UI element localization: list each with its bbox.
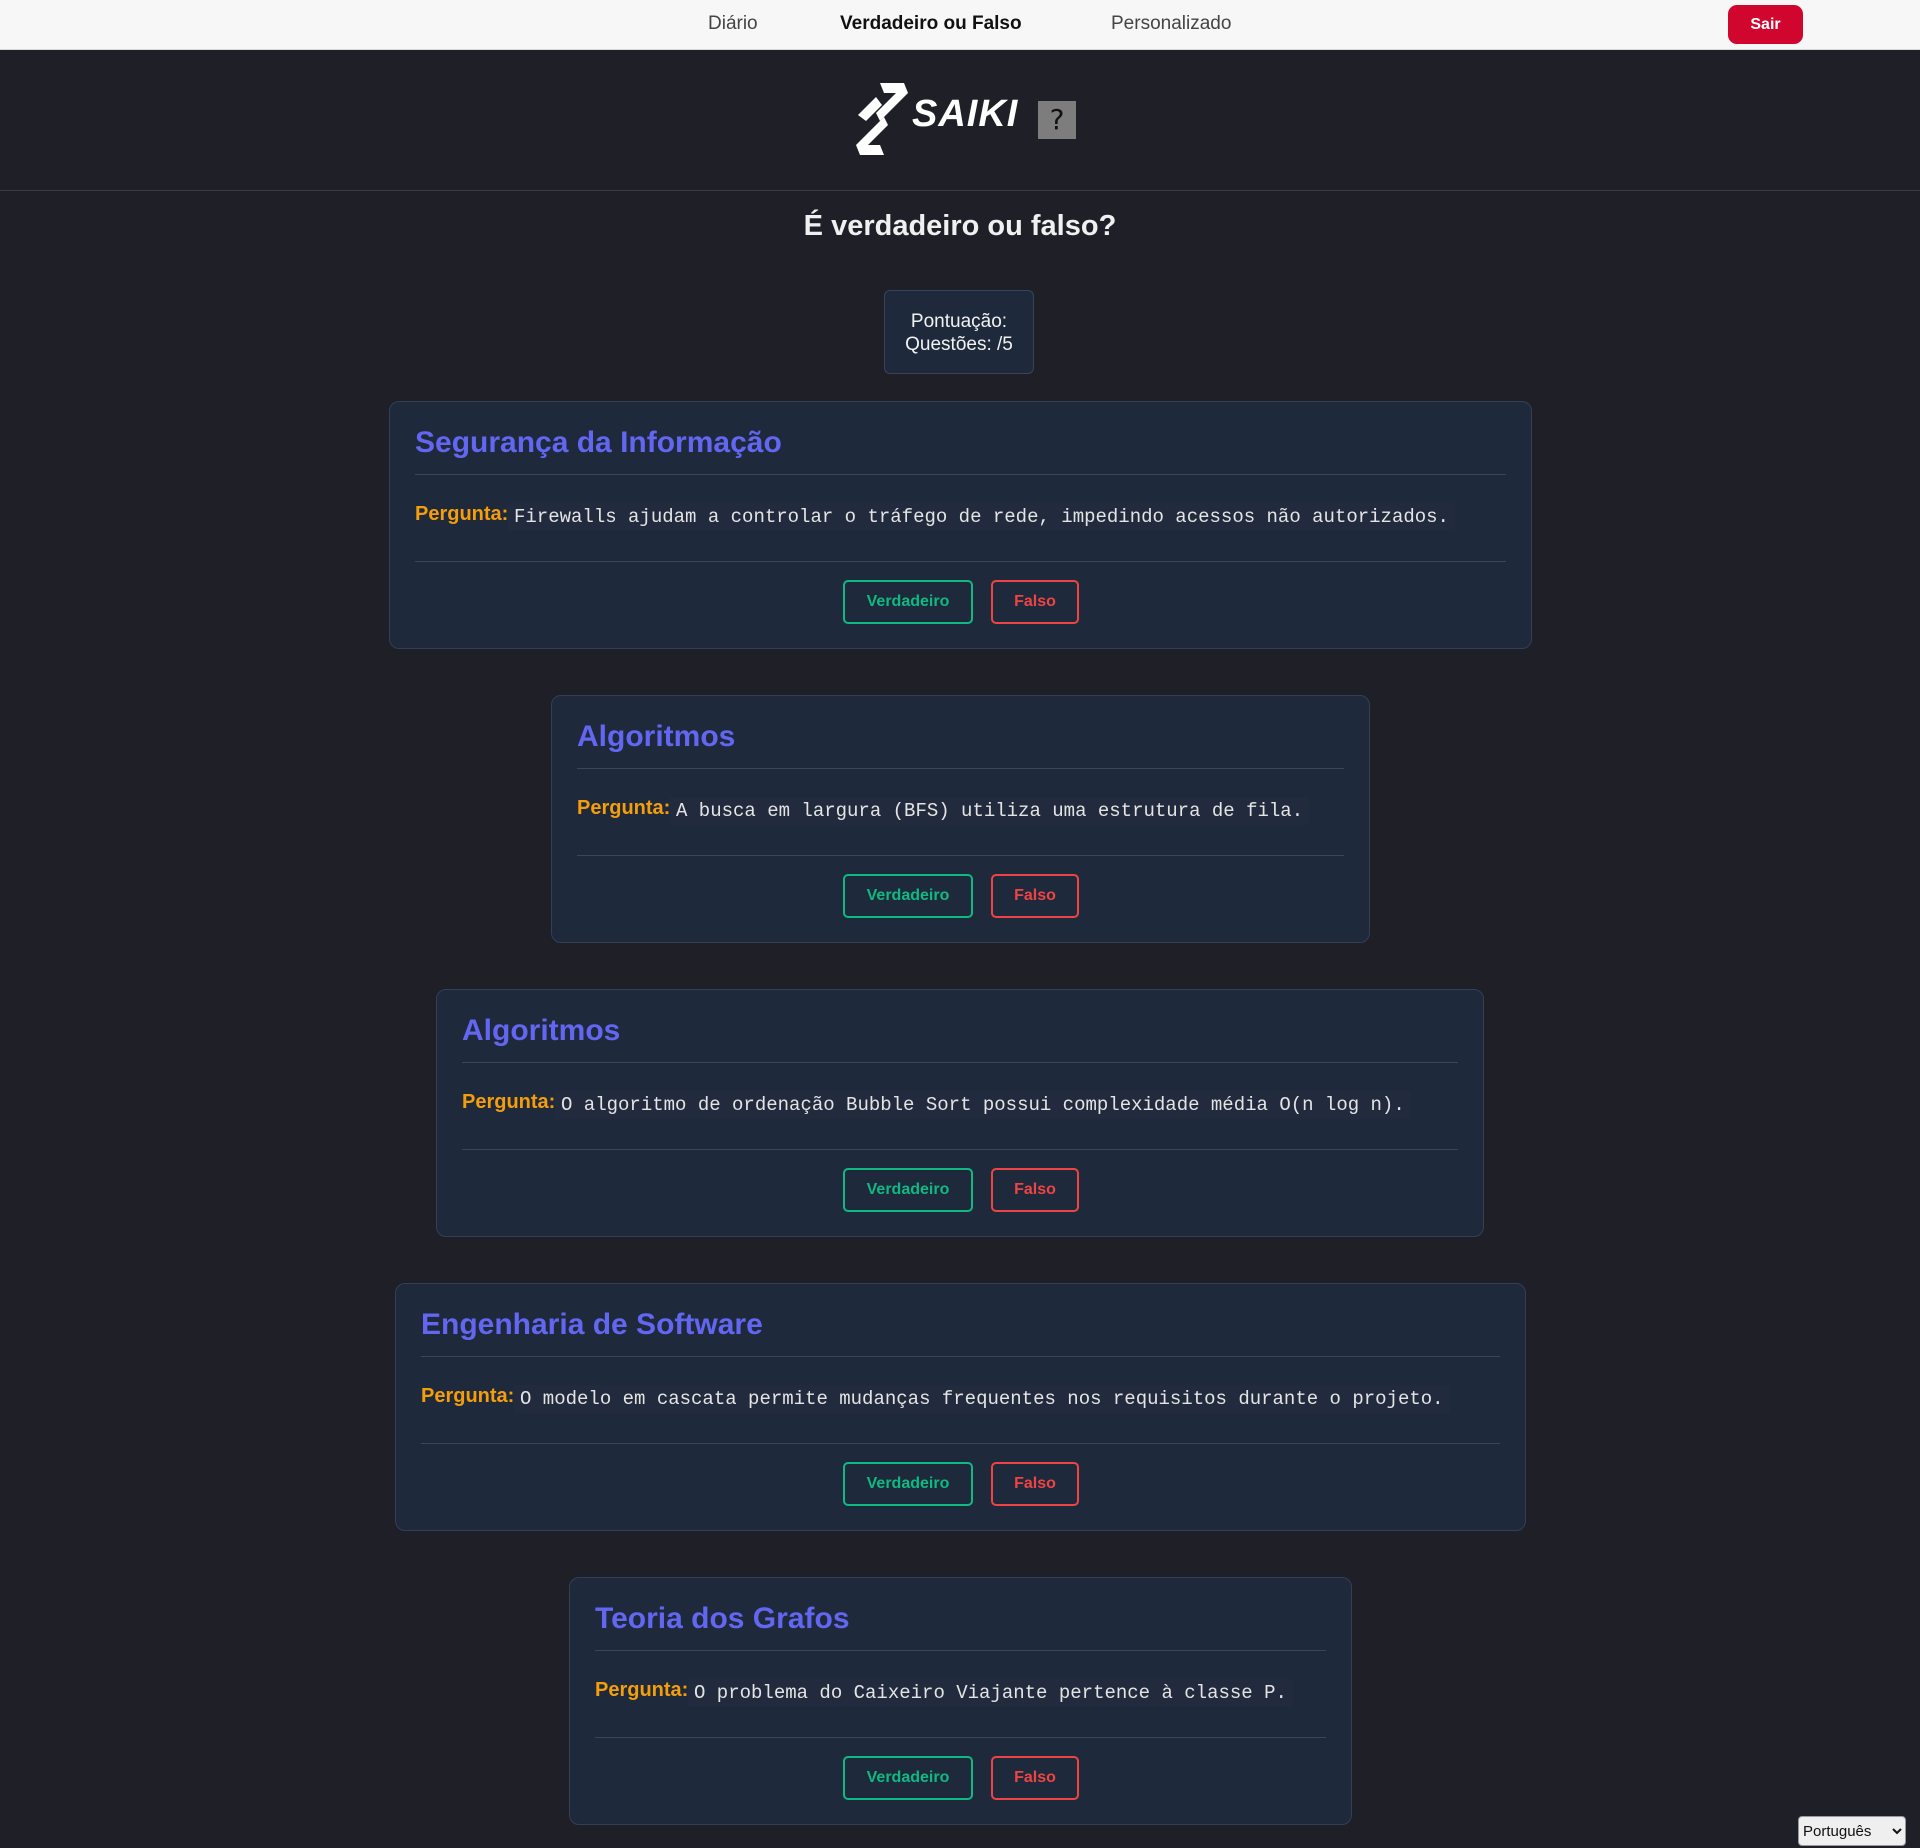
card-divider — [577, 855, 1344, 856]
true-button[interactable]: Verdadeiro — [843, 1756, 973, 1800]
question-card: Teoria dos Grafos Pergunta: O problema d… — [569, 1577, 1352, 1825]
false-button[interactable]: Falso — [991, 874, 1079, 918]
question-label: Pergunta: — [595, 1679, 689, 1701]
card-divider — [462, 1062, 1458, 1063]
false-button[interactable]: Falso — [991, 1462, 1079, 1506]
question-label: Pergunta: — [577, 797, 671, 819]
card-divider — [595, 1650, 1326, 1651]
card-divider — [462, 1149, 1458, 1150]
logout-button[interactable]: Sair — [1728, 5, 1803, 44]
question-text: A busca em largura (BFS) utiliza uma est… — [670, 797, 1310, 825]
card-divider — [415, 561, 1506, 562]
help-button[interactable]: ? — [1038, 101, 1076, 139]
card-category-title: Segurança da Informação — [415, 426, 782, 459]
card-category-title: Engenharia de Software — [421, 1308, 763, 1341]
question-text: O modelo em cascata permite mudanças fre… — [514, 1385, 1450, 1413]
card-category-title: Teoria dos Grafos — [595, 1602, 850, 1635]
logo-text: SAIKI — [912, 93, 1019, 135]
question-text: O algoritmo de ordenação Bubble Sort pos… — [555, 1091, 1411, 1119]
saiki-logo[interactable]: SAIKI — [850, 79, 1017, 159]
card-category-title: Algoritmos — [577, 720, 736, 753]
card-divider — [421, 1356, 1500, 1357]
false-button[interactable]: Falso — [991, 1756, 1079, 1800]
nav-link-verdadeiro-ou-falso[interactable]: Verdadeiro ou Falso — [840, 13, 1022, 35]
true-button[interactable]: Verdadeiro — [843, 1168, 973, 1212]
question-label: Pergunta: — [415, 503, 509, 525]
card-category-title: Algoritmos — [462, 1014, 621, 1047]
false-button[interactable]: Falso — [991, 580, 1079, 624]
questions-count: Questões: /5 — [905, 334, 1013, 355]
true-button[interactable]: Verdadeiro — [843, 874, 973, 918]
card-divider — [415, 474, 1506, 475]
nav-link-diario[interactable]: Diário — [708, 13, 758, 35]
card-divider — [577, 768, 1344, 769]
top-navigation: Diário Verdadeiro ou Falso Personalizado… — [0, 0, 1920, 50]
question-text: Firewalls ajudam a controlar o tráfego d… — [508, 503, 1455, 531]
card-divider — [595, 1737, 1326, 1738]
true-button[interactable]: Verdadeiro — [843, 1462, 973, 1506]
question-card: Algoritmos Pergunta: A busca em largura … — [551, 695, 1370, 943]
question-text: O problema do Caixeiro Viajante pertence… — [688, 1679, 1293, 1707]
app-header: SAIKI ? — [0, 49, 1920, 191]
question-label: Pergunta: — [421, 1385, 515, 1407]
nav-link-personalizado[interactable]: Personalizado — [1111, 13, 1231, 35]
score-label: Pontuação: — [910, 311, 1008, 332]
true-button[interactable]: Verdadeiro — [843, 580, 973, 624]
saiki-logo-icon — [856, 83, 908, 155]
language-select[interactable]: Português — [1798, 1816, 1906, 1846]
question-card: Engenharia de Software Pergunta: O model… — [395, 1283, 1526, 1531]
question-label: Pergunta: — [462, 1091, 556, 1113]
question-card: Segurança da Informação Pergunta: Firewa… — [389, 401, 1532, 649]
card-divider — [421, 1443, 1500, 1444]
question-card: Algoritmos Pergunta: O algoritmo de orde… — [436, 989, 1484, 1237]
score-panel: Pontuação: Questões: /5 — [884, 290, 1034, 374]
false-button[interactable]: Falso — [991, 1168, 1079, 1212]
page-title: É verdadeiro ou falso? — [803, 210, 1117, 242]
